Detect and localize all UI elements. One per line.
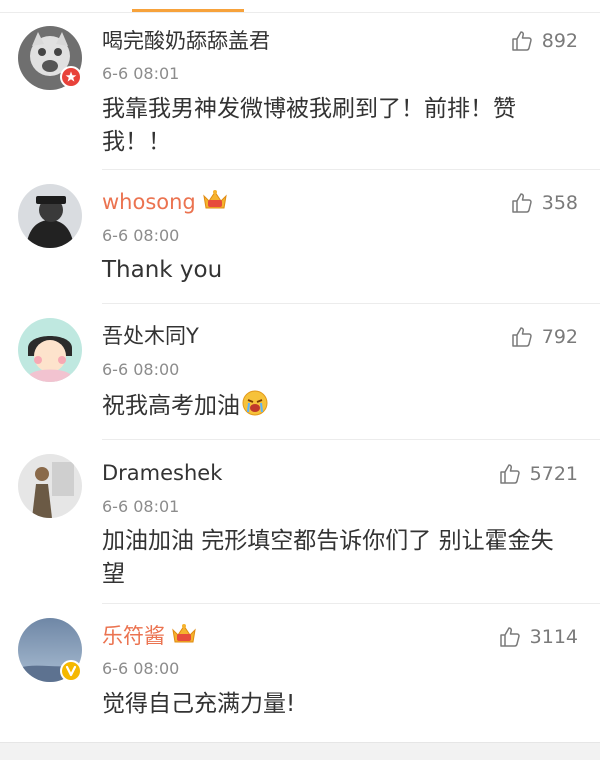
comment-item: whosong 6-6 08:00 Thank you 358	[0, 170, 600, 304]
bottom-bar	[0, 742, 600, 760]
thumbs-up-icon	[511, 193, 532, 213]
red-star-badge	[60, 66, 82, 88]
comment-item: 喝完酸奶舔舔盖君 6-6 08:01 我靠我男神发微博被我刷到了！前排！赞我！！…	[0, 12, 600, 170]
avatar[interactable]	[18, 454, 82, 518]
avatar[interactable]	[18, 318, 82, 382]
thumbs-up-icon	[511, 327, 532, 347]
username[interactable]: Drameshek	[102, 459, 222, 487]
comment-item: 乐符酱 6-6 08:00 觉得自己充满力量! 3114	[0, 604, 600, 742]
timestamp: 6-6 08:00	[102, 659, 180, 678]
crying-emoji-icon	[242, 390, 268, 426]
like-button[interactable]: 892	[510, 29, 578, 53]
comment-text: 加油加油 完形填空都告诉你们了 别让霍金失望	[102, 528, 554, 587]
username-text: 乐符酱	[102, 624, 165, 648]
like-count: 892	[541, 30, 578, 52]
comment-text: 我靠我男神发微博被我刷到了！前排！赞我！！	[102, 96, 516, 155]
comment-text: 觉得自己充满力量!	[102, 691, 296, 717]
username[interactable]: 乐符酱	[102, 622, 197, 653]
thumbs-up-icon	[499, 627, 520, 647]
comment-text: 祝我高考加油	[102, 390, 572, 426]
timestamp: 6-6 08:01	[102, 497, 180, 516]
comment-item: Drameshek 6-6 08:01 加油加油 完形填空都告诉你们了 别让霍金…	[0, 440, 600, 604]
like-count: 358	[541, 192, 578, 214]
like-button[interactable]: 3114	[498, 625, 578, 649]
thumbs-up-icon	[499, 464, 520, 484]
like-button[interactable]: 5721	[498, 462, 578, 486]
like-button[interactable]: 358	[510, 191, 578, 215]
vip-crown-icon	[202, 188, 228, 219]
timestamp: 6-6 08:00	[102, 360, 180, 379]
vip-crown-icon	[171, 622, 197, 653]
like-count: 3114	[529, 626, 578, 648]
yellow-verified-badge	[60, 660, 82, 682]
like-button[interactable]: 792	[510, 325, 578, 349]
avatar[interactable]	[18, 184, 82, 248]
username[interactable]: 喝完酸奶舔舔盖君	[102, 27, 270, 55]
comment-text-content: 祝我高考加油	[102, 393, 240, 419]
timestamp: 6-6 08:00	[102, 226, 180, 245]
username[interactable]: 吾处木同Y	[102, 322, 199, 350]
timestamp: 6-6 08:01	[102, 64, 180, 83]
comments-page: 喝完酸奶舔舔盖君 6-6 08:01 我靠我男神发微博被我刷到了！前排！赞我！！…	[0, 0, 600, 760]
comment-item: 吾处木同Y 6-6 08:00 祝我高考加油 792	[0, 304, 600, 440]
username[interactable]: whosong	[102, 188, 228, 219]
like-count: 792	[541, 326, 578, 348]
like-count: 5721	[529, 463, 578, 485]
thumbs-up-icon	[511, 31, 532, 51]
username-text: whosong	[102, 190, 196, 214]
comment-text: Thank you	[102, 257, 223, 283]
